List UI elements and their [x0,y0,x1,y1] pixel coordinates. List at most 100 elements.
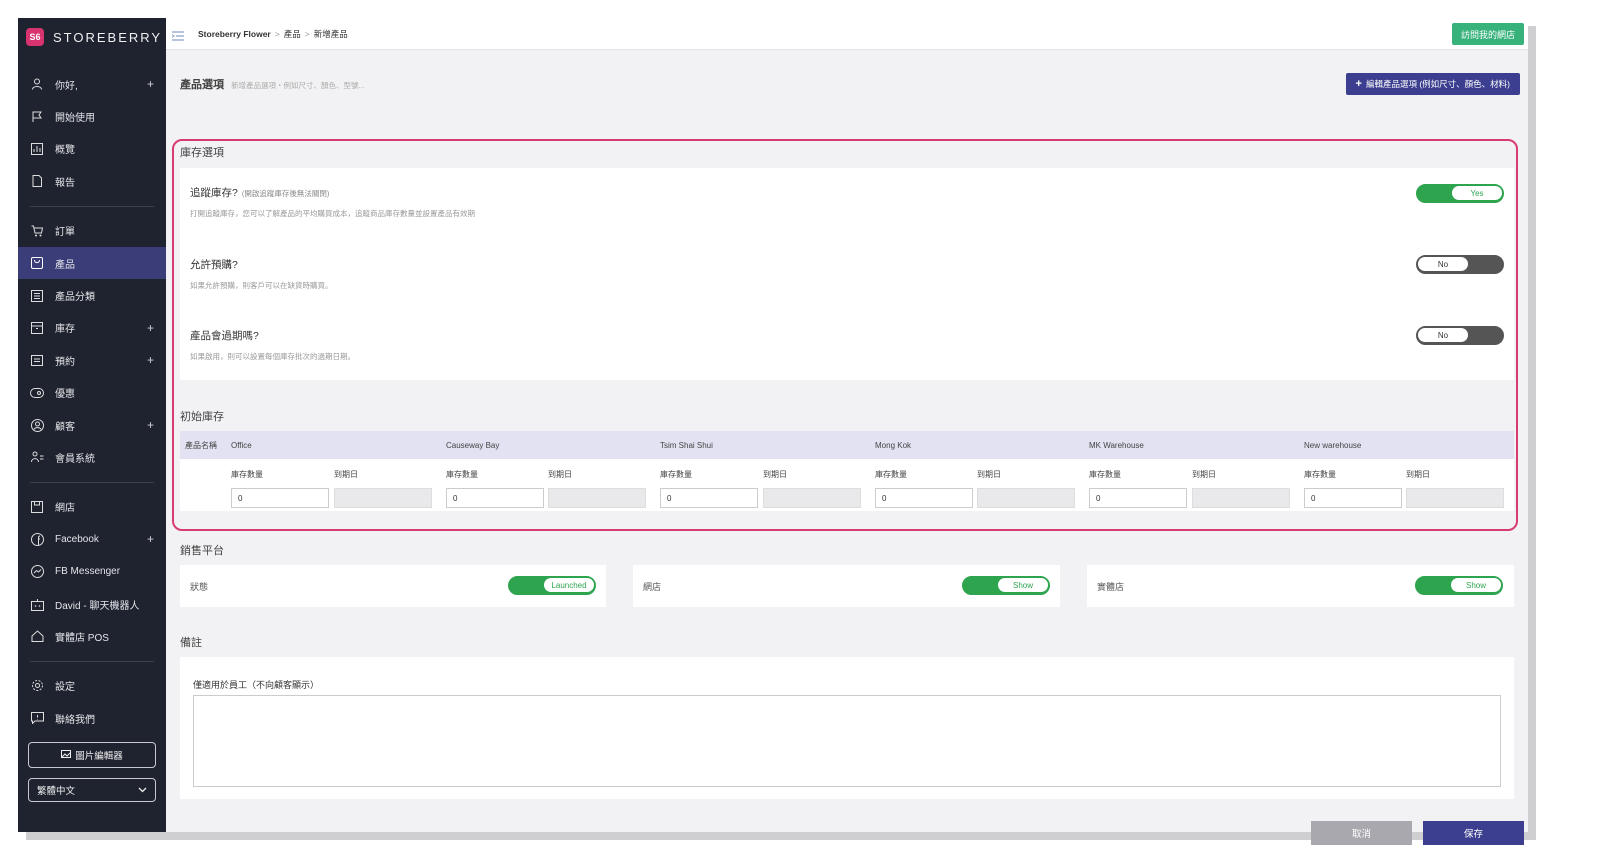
language-select[interactable]: 繁體中文 [28,778,156,803]
sidebar-item-label: 訂單 [55,227,75,239]
breadcrumb-store[interactable]: Storeberry Flower [198,29,271,39]
toggle-label: Yes [1452,186,1502,200]
location-mong-kok: Mong Kok [875,440,912,450]
preorder-toggle[interactable]: No [1416,255,1504,274]
physical-store-toggle[interactable]: Show [1415,576,1503,595]
location-tsim-shai-shui: Tsim Shai Shui [660,440,713,450]
expiry-date-input-causeway-bay[interactable] [548,488,646,508]
qty-input-mong-kok[interactable]: 0 [875,488,973,508]
sidebar-item-label: 你好, [55,80,78,92]
sidebar-item-online-store[interactable]: 網店 [18,491,166,523]
qty-input-new-warehouse[interactable]: 0 [1304,488,1402,508]
breadcrumb-separator: > [304,28,310,39]
sidebar-item-customers[interactable]: 顧客 + [18,409,166,441]
preorder-row: 允許預購? 如果允許預購，則客戶可以在缺貨時購買。 [190,257,333,291]
breadcrumb-current: 新增產品 [313,28,348,39]
toggle-label: Show [998,578,1048,592]
plus-icon[interactable]: + [147,532,154,546]
qty-input-causeway-bay[interactable]: 0 [446,488,544,508]
qty-label: 庫存數量 [1304,470,1336,479]
visit-store-button[interactable]: 訪問我的網店 [1451,23,1524,45]
sidebar-nav: 你好, + 開始使用 概覽 報告 訂單 產品 產品分類 庫存 + 預約 + 優惠… [18,68,166,734]
sidebar: S6 STOREBERRY 你好, + 開始使用 概覽 報告 訂單 產品 產品分… [18,18,166,832]
sidebar-item-orders[interactable]: 訂單 [18,215,166,247]
sidebar-item-label: 實體店 POS [55,632,109,644]
image-editor-button[interactable]: 圖片編輯器 [28,742,156,769]
qty-label: 庫存數量 [231,470,263,479]
expiry-label: 到期日 [1192,470,1216,479]
calendar-icon [30,353,44,367]
sidebar-item-inventory[interactable]: 庫存 + [18,312,166,344]
notes-textarea[interactable] [193,695,1501,787]
sidebar-item-settings[interactable]: 設定 [18,670,166,702]
product-options-header: 產品選項 新增產品選項・例如尺寸、顏色、型號... [180,76,365,92]
inventory-options-header: 庫存選項 [180,147,224,159]
bag-icon [30,256,44,270]
sidebar-item-chatbot[interactable]: David - 聊天機器人 [18,588,166,620]
cancel-button[interactable]: 取消 [1311,821,1412,845]
sidebar-item-facebook[interactable]: Facebook + [18,523,166,555]
sidebar-item-fb-messenger[interactable]: FB Messenger [18,555,166,587]
plus-icon[interactable]: + [147,77,154,91]
plus-icon[interactable]: + [147,353,154,367]
launch-status-toggle[interactable]: Launched [508,576,596,595]
track-inventory-title: 追蹤庫存? [190,187,238,199]
language-value: 繁體中文 [37,786,76,798]
expiry-label: 到期日 [1406,470,1430,479]
sidebar-item-contact[interactable]: 聯絡我們 [18,702,166,734]
location-office: Office [231,440,252,450]
qty-input-office[interactable]: 0 [231,488,329,508]
channel-label: 實體店 [1097,582,1125,592]
facebook-icon [30,532,44,546]
image-icon [61,749,72,761]
sidebar-item-label: 產品分類 [55,292,95,304]
plus-icon[interactable]: + [147,321,154,335]
qty-input-tsim-shai-shui[interactable]: 0 [660,488,758,508]
expiry-label: 到期日 [977,470,1001,479]
chevron-down-icon [138,785,147,796]
sidebar-item-reports[interactable]: 報告 [18,165,166,197]
plus-icon: + [1355,78,1362,90]
menu-toggle-icon[interactable] [171,28,186,41]
track-inventory-toggle[interactable]: Yes [1416,184,1504,203]
expiry-date-input-tsim-shai-shui[interactable] [763,488,861,508]
sidebar-item-label: 概覽 [55,145,75,157]
sidebar-item-label: FB Messenger [55,566,121,578]
person-circle-icon [30,418,44,432]
sidebar-item-overview[interactable]: 概覽 [18,133,166,165]
online-store-toggle[interactable]: Show [962,576,1050,595]
sidebar-item-pos[interactable]: 實體店 POS [18,620,166,652]
top-bar: Storeberry Flower > 產品 > 新增產品 訪問我的網店 [166,18,1528,50]
expiry-date-input-mk-warehouse[interactable] [1192,488,1290,508]
sidebar-item-getting-started[interactable]: 開始使用 [18,100,166,132]
edit-product-options-button[interactable]: + 編輯產品選項 (例如尺寸、顏色、材料) [1345,73,1520,95]
sidebar-item-label: 產品 [55,259,75,271]
save-button[interactable]: 保存 [1423,821,1524,845]
breadcrumb: Storeberry Flower > 產品 > 新增產品 [198,28,348,40]
expiry-date-input-new-warehouse[interactable] [1406,488,1504,508]
divider [30,481,154,483]
sidebar-item-label: 顧客 [55,421,75,433]
ticket-icon [30,386,44,400]
sidebar-item-discounts[interactable]: 優惠 [18,377,166,409]
plus-icon[interactable]: + [147,418,154,432]
sidebar-item-categories[interactable]: 產品分類 [18,279,166,311]
qty-label: 庫存數量 [875,470,907,479]
sidebar-item-booking[interactable]: 預約 + [18,344,166,376]
qty-input-mk-warehouse[interactable]: 0 [1089,488,1187,508]
edit-options-label: 編輯產品選項 (例如尺寸、顏色、材料) [1365,79,1510,89]
toggle-label: No [1418,257,1468,271]
breadcrumb-products[interactable]: 產品 [284,28,301,40]
track-inventory-desc: 打開追蹤庫存，您可以了解產品的平均購買成本，追蹤商品庫存數量並設置產品有效期 [190,209,475,218]
app-window: S6 STOREBERRY 你好, + 開始使用 概覽 報告 訂單 產品 產品分… [18,18,1528,845]
expiry-date-input-mong-kok[interactable] [977,488,1075,508]
list-icon [30,289,44,303]
expiry-date-input-office[interactable] [334,488,432,508]
sidebar-item-membership[interactable]: 會員系統 [18,441,166,473]
sidebar-item-label: 開始使用 [55,113,95,125]
sidebar-item-products[interactable]: 產品 [18,246,166,280]
expiry-toggle[interactable]: No [1416,326,1504,345]
chart-icon [30,142,44,156]
brand[interactable]: S6 STOREBERRY [18,18,166,56]
sidebar-item-greeting[interactable]: 你好, + [18,68,166,100]
